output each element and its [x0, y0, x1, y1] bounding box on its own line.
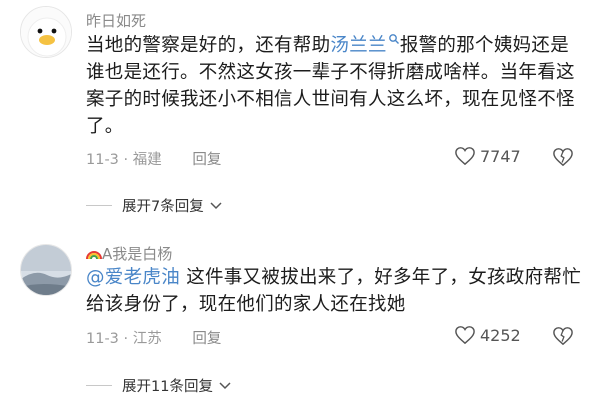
comment-text-before: 当地的警察是好的，还有帮助 [86, 35, 331, 56]
dislike-button[interactable] [552, 147, 574, 171]
chevron-down-icon [210, 201, 222, 209]
divider-line [86, 385, 112, 386]
like-count: 7747 [480, 146, 521, 166]
comment-text: @爱老虎油 这件事又被拔出来了，好多年了，女孩政府帮忙给该身份了，现在他们的家人… [86, 264, 586, 318]
avatar[interactable] [20, 6, 72, 58]
rainbow-icon [86, 251, 102, 260]
reply-button[interactable]: 回复 [192, 152, 221, 168]
topic-link-label[interactable]: 汤兰兰 [330, 35, 386, 56]
date-location: 11-3 · 江苏 [86, 331, 162, 347]
broken-heart-icon [553, 327, 573, 346]
expand-replies-button[interactable]: 展开11条回复 [86, 375, 231, 396]
divider-line [86, 205, 112, 206]
username-text[interactable]: 我是白杨 [112, 245, 172, 263]
search-icon [388, 34, 399, 44]
comment-text: 当地的警察是好的，还有帮助汤兰兰 报警的那个姨妈还是谁也是还行。不然这女孩一辈子不… [86, 32, 586, 140]
expand-replies-label[interactable]: 展开11条回复 [122, 375, 213, 396]
like-button[interactable]: 7747 [454, 146, 521, 166]
heart-icon [455, 326, 475, 345]
comment-meta: 11-3 · 江苏 回复 [86, 327, 221, 348]
username[interactable]: A我是白杨 [86, 243, 172, 264]
date-location: 11-3 · 福建 [86, 152, 162, 168]
heart-icon [455, 147, 475, 166]
mention-link[interactable]: @爱老虎油 [86, 267, 180, 288]
like-count: 4252 [480, 325, 521, 345]
reply-button[interactable]: 回复 [192, 331, 221, 347]
topic-link[interactable]: 汤兰兰 [330, 34, 399, 56]
expand-replies-label[interactable]: 展开7条回复 [122, 195, 204, 216]
avatar[interactable] [20, 244, 72, 296]
username[interactable]: 昨日如死 [86, 10, 146, 31]
dislike-button[interactable] [552, 326, 574, 350]
landscape-avatar-icon [21, 245, 71, 295]
comment-meta: 11-3 · 福建 回复 [86, 148, 221, 169]
broken-heart-icon [553, 148, 573, 167]
chevron-down-icon [219, 381, 231, 389]
expand-replies-button[interactable]: 展开7条回复 [86, 195, 222, 216]
like-button[interactable]: 4252 [454, 325, 521, 345]
username-prefix: A [102, 245, 113, 263]
duck-avatar-icon [21, 7, 71, 57]
